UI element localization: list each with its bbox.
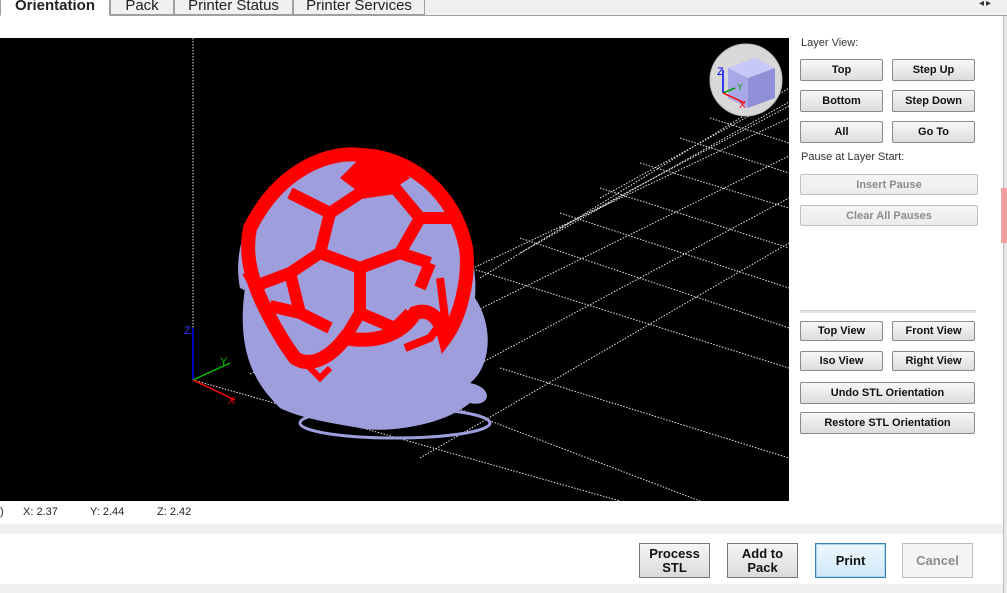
front-view-button[interactable]: Front View xyxy=(892,321,975,341)
tab-scroll-arrows-icon[interactable]: ◂▸ xyxy=(979,0,993,9)
pause-label: Pause at Layer Start: xyxy=(801,151,905,163)
cancel-button[interactable]: Cancel xyxy=(902,543,973,578)
tab-printer-status[interactable]: Printer Status xyxy=(174,0,293,15)
layer-bottom-button[interactable]: Bottom xyxy=(800,90,883,112)
layer-view-label: Layer View: xyxy=(801,37,859,49)
edge-marker xyxy=(1001,188,1007,243)
cube-axis-y-label: Y xyxy=(737,82,743,92)
axis-triad: Z Y X xyxy=(184,325,236,407)
layer-step-up-button[interactable]: Step Up xyxy=(892,59,975,81)
layer-go-to-button[interactable]: Go To xyxy=(892,121,975,143)
clear-all-pauses-button[interactable]: Clear All Pauses xyxy=(800,205,978,226)
stl-model[interactable] xyxy=(238,147,492,440)
coord-y: Y: 2.44 xyxy=(90,506,125,518)
3d-viewport[interactable]: Z Y X Z Y X xyxy=(0,38,789,501)
tab-orientation[interactable]: Orientation xyxy=(0,0,110,16)
top-view-button[interactable]: Top View xyxy=(800,321,883,341)
tab-bar: Orientation Pack Printer Status Printer … xyxy=(0,0,1007,16)
restore-stl-orientation-button[interactable]: Restore STL Orientation xyxy=(800,412,975,434)
right-view-button[interactable]: Right View xyxy=(892,351,975,371)
add-to-pack-label-line1: Add to xyxy=(741,545,784,561)
add-to-pack-label-line2: Pack xyxy=(747,559,778,575)
insert-pause-button[interactable]: Insert Pause xyxy=(800,174,978,195)
window-edge xyxy=(1003,16,1007,593)
process-stl-label-line1: Process xyxy=(649,545,700,561)
panel-separator xyxy=(800,310,976,313)
print-button[interactable]: Print xyxy=(815,543,886,578)
iso-view-button[interactable]: Iso View xyxy=(800,351,883,371)
view-cube-icon[interactable]: Z Y X xyxy=(709,43,783,117)
tab-printer-services[interactable]: Printer Services xyxy=(293,0,425,15)
3d-scene[interactable]: Z Y X Z Y X xyxy=(0,38,789,501)
undo-stl-orientation-button[interactable]: Undo STL Orientation xyxy=(800,382,975,404)
layer-step-down-button[interactable]: Step Down xyxy=(892,90,975,112)
axis-x-label: X xyxy=(228,395,236,407)
coord-x: X: 2.37 xyxy=(23,506,58,518)
layer-all-button[interactable]: All xyxy=(800,121,883,143)
coords-left-edge: ) xyxy=(0,506,4,518)
add-to-pack-button[interactable]: Add to Pack xyxy=(727,543,798,578)
cube-axis-z-label: Z xyxy=(717,66,724,78)
coord-z: Z: 2.42 xyxy=(157,506,192,518)
cube-axis-x-label: X xyxy=(739,100,746,111)
layer-top-button[interactable]: Top xyxy=(800,59,883,81)
process-stl-button[interactable]: Process STL xyxy=(639,543,710,578)
tab-pack[interactable]: Pack xyxy=(110,0,174,15)
process-stl-label-line2: STL xyxy=(662,559,687,575)
axis-z-label: Z xyxy=(184,325,191,337)
axis-y-label: Y xyxy=(220,356,228,368)
